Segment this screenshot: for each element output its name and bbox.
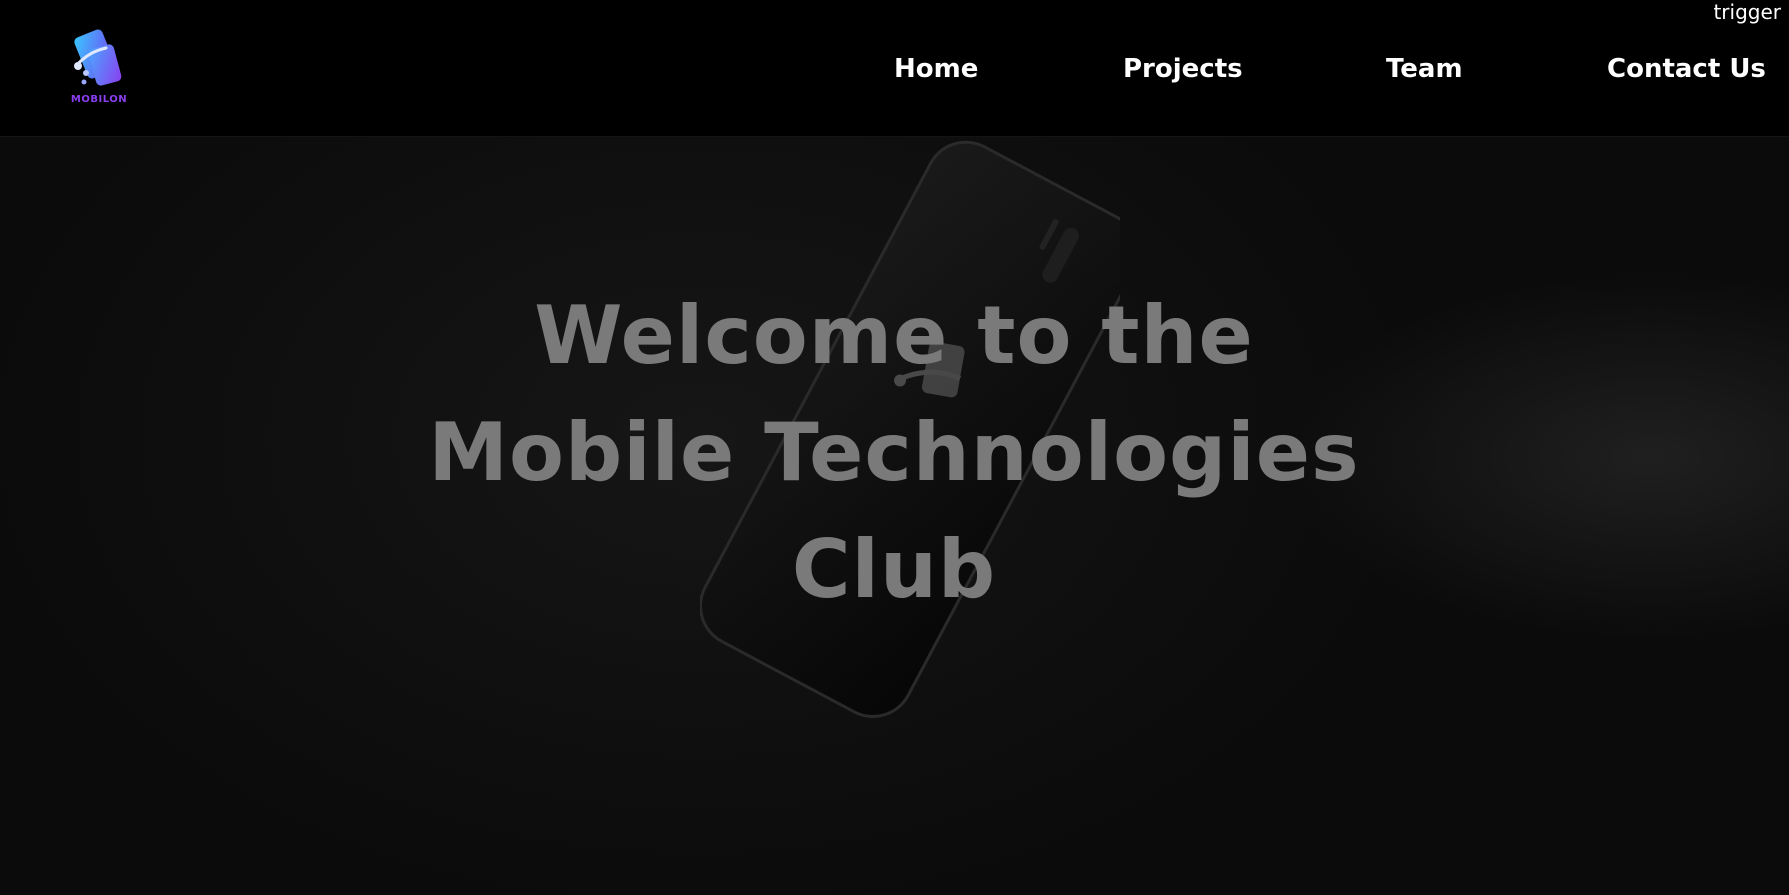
logo-text: MOBILON bbox=[70, 94, 128, 105]
nav-home-link[interactable]: Home bbox=[894, 50, 978, 88]
nav-projects-link[interactable]: Projects bbox=[1123, 50, 1243, 88]
hero-title: Welcome to the Mobile Technologies Club bbox=[394, 277, 1394, 628]
nav-team-link[interactable]: Team bbox=[1386, 50, 1463, 88]
mobilon-logo[interactable]: MOBILON bbox=[66, 26, 136, 110]
nav-contact-link[interactable]: Contact Us bbox=[1607, 50, 1766, 88]
logo-phone-icon bbox=[74, 29, 122, 86]
hero-title-line-1: Welcome to the bbox=[534, 289, 1254, 382]
hero-title-line-2: Mobile Technologies bbox=[428, 406, 1360, 499]
hero-section: Welcome to the Mobile Technologies Club bbox=[0, 137, 1789, 895]
top-navbar: MOBILON Home Projects Team Contact Us tr… bbox=[0, 0, 1789, 137]
hero-title-line-3: Club bbox=[791, 523, 997, 616]
trigger-button[interactable]: trigger bbox=[1713, 0, 1781, 24]
